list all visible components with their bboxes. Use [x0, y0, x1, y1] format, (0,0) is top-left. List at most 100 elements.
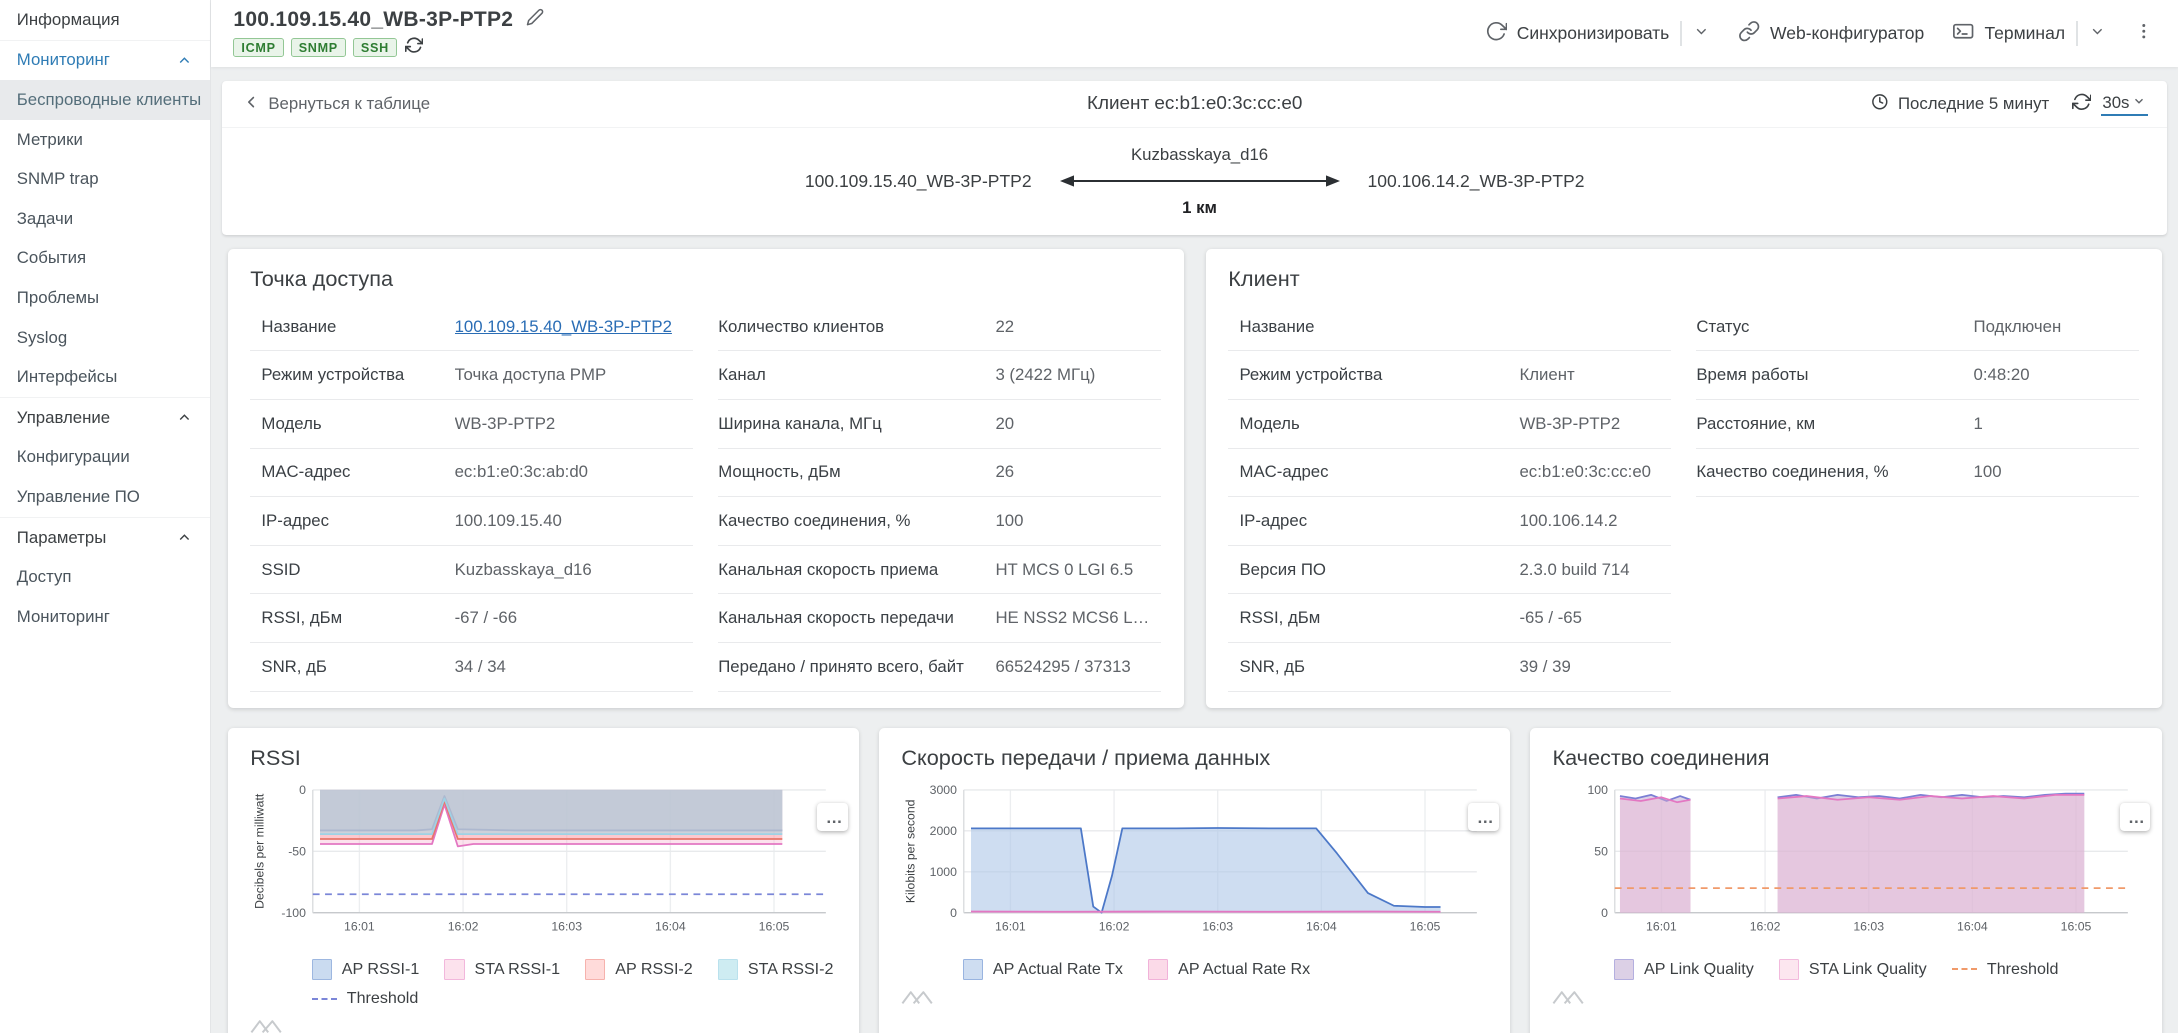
info-cell: Название	[1228, 303, 1671, 352]
section-label: Параметры	[17, 528, 106, 548]
legend-item[interactable]: AP Link Quality	[1614, 959, 1754, 979]
sidebar-section-management[interactable]: Управление	[0, 397, 210, 438]
sidebar-item-information[interactable]: Информация	[0, 0, 210, 40]
svg-text:1000: 1000	[930, 865, 957, 879]
access-point-table: Название100.109.15.40_WB-3P-PTP2Количест…	[250, 303, 1161, 692]
sidebar-section-parameters[interactable]: Параметры	[0, 517, 210, 558]
field-label: Название	[1228, 317, 1519, 337]
info-cell: Название100.109.15.40_WB-3P-PTP2	[250, 303, 693, 352]
link-arrow	[1060, 168, 1340, 194]
terminal-button[interactable]: Терминал	[1952, 20, 2065, 47]
sidebar-item-configurations[interactable]: Конфигурации	[0, 438, 210, 478]
svg-text:16:01: 16:01	[995, 920, 1026, 934]
legend-label: STA Link Quality	[1809, 960, 1927, 979]
info-cell: Режим устройстваКлиент	[1228, 351, 1671, 400]
divider	[1680, 21, 1681, 46]
legend-label: Threshold	[1987, 960, 2059, 979]
access-point-card: Точка доступа Название100.109.15.40_WB-3…	[228, 249, 1184, 709]
quality-chart: 16:0116:0216:0316:0416:05050100	[1552, 779, 2139, 954]
sync-dropdown-button[interactable]	[1693, 23, 1710, 45]
legend-swatch	[312, 998, 337, 1000]
refresh-interval-select[interactable]: 30s	[2101, 93, 2148, 116]
legend-item[interactable]: Threshold	[1952, 959, 2059, 979]
ap-device-name: 100.109.15.40_WB-3P-PTP2	[805, 171, 1032, 192]
chart-options-button[interactable]: …	[2120, 803, 2151, 831]
terminal-dropdown-button[interactable]	[2089, 23, 2106, 45]
sidebar-item-access[interactable]: Доступ	[0, 557, 210, 597]
svg-text:16:05: 16:05	[759, 920, 790, 934]
rate-chart: 16:0116:0216:0316:0416:050100020003000Ki…	[901, 779, 1488, 954]
sidebar-item-snmp-trap[interactable]: SNMP trap	[0, 159, 210, 199]
info-row: RSSI, дБм-65 / -65	[1228, 594, 2139, 643]
field-value: 2.3.0 build 714	[1519, 560, 1629, 580]
info-cell: Расстояние, км1	[1696, 400, 2139, 449]
time-range-button[interactable]: Последние 5 минут	[1870, 92, 2049, 117]
content: Вернуться к таблице Клиент ec:b1:e0:3c:c…	[211, 67, 2178, 1033]
field-label: Режим устройства	[1228, 365, 1519, 385]
section-label: Мониторинг	[17, 50, 110, 70]
legend-item[interactable]: AP Actual Rate Rx	[1148, 959, 1310, 979]
info-cell: SNR, дБ34 / 34	[250, 643, 693, 692]
client-title: Клиент ec:b1:e0:3c:cc:e0	[1087, 93, 1303, 115]
info-cell	[1696, 497, 2139, 545]
topbar: 100.109.15.40_WB-3P-PTP2 ICMPSNMPSSH	[211, 0, 2178, 67]
field-value: WB-3P-PTP2	[1519, 414, 1620, 434]
web-configurator-label: Web-конфигуратор	[1770, 23, 1924, 44]
legend-item[interactable]: STA Link Quality	[1779, 959, 1927, 979]
chart-options-button[interactable]: …	[1468, 803, 1499, 831]
legend-label: STA RSSI-2	[748, 960, 834, 979]
legend-item[interactable]: STA RSSI-1	[444, 959, 560, 979]
back-to-table-button[interactable]: Вернуться к таблице	[242, 93, 430, 116]
refresh-now-button[interactable]	[2072, 92, 2092, 117]
field-value: Точка доступа PMP	[455, 365, 607, 385]
sidebar-item-interfaces[interactable]: Интерфейсы	[0, 357, 210, 397]
more-actions-button[interactable]	[2134, 20, 2154, 47]
sidebar-section-monitoring[interactable]: Мониторинг	[0, 40, 210, 81]
svg-text:0: 0	[950, 906, 957, 920]
sidebar-nav: Информация Мониторинг Беспроводные клиенты…	[0, 0, 210, 637]
info-cell: Ширина канала, МГц20	[718, 400, 1161, 449]
field-value: 20	[995, 414, 1014, 434]
device-link[interactable]: 100.109.15.40_WB-3P-PTP2	[455, 317, 672, 337]
chart-footer	[250, 1014, 837, 1032]
legend-item[interactable]: AP RSSI-1	[312, 959, 420, 979]
legend-label: Threshold	[347, 989, 419, 1008]
sidebar-item-monitoring-settings[interactable]: Мониторинг	[0, 597, 210, 637]
sidebar-item-events[interactable]: События	[0, 239, 210, 279]
sync-button[interactable]: Синхронизировать	[1485, 20, 1670, 47]
info-cell: Передано / принято всего, байт66524295 /…	[718, 643, 1161, 692]
sidebar-item-problems[interactable]: Проблемы	[0, 278, 210, 318]
poll-now-button[interactable]	[405, 36, 423, 59]
svg-text:3000: 3000	[930, 783, 957, 797]
legend-item[interactable]: AP Actual Rate Tx	[963, 959, 1123, 979]
chart-options-button[interactable]: …	[817, 803, 848, 831]
sidebar-item-metrics[interactable]: Метрики	[0, 120, 210, 160]
field-value: Клиент	[1519, 365, 1574, 385]
field-value: 0:48:20	[1974, 365, 2030, 385]
info-row: IP-адрес100.109.15.40Качество соединения…	[250, 497, 1161, 546]
mini-trend-icon	[1552, 985, 1594, 1010]
sidebar-item-wireless-clients[interactable]: Беспроводные клиенты	[0, 80, 210, 120]
sidebar-item-syslog[interactable]: Syslog	[0, 318, 210, 358]
svg-text:16:03: 16:03	[1854, 920, 1885, 934]
terminal-icon	[1952, 20, 1974, 47]
terminal-split-button: Терминал	[1952, 20, 2105, 47]
web-configurator-button[interactable]: Web-конфигуратор	[1738, 20, 1924, 47]
legend-swatch	[1148, 959, 1168, 979]
sidebar: Информация Мониторинг Беспроводные клиенты…	[0, 0, 211, 1033]
legend-item[interactable]: Threshold	[312, 989, 419, 1008]
legend-swatch	[1614, 959, 1634, 979]
legend-item[interactable]: STA RSSI-2	[718, 959, 834, 979]
sidebar-item-tasks[interactable]: Задачи	[0, 199, 210, 239]
field-value: 1	[1974, 414, 1983, 434]
edit-title-button[interactable]	[526, 8, 544, 31]
legend-item[interactable]: AP RSSI-2	[585, 959, 693, 979]
chevron-down-icon	[2089, 23, 2106, 45]
info-cell: МодельWB-3P-PTP2	[250, 400, 693, 449]
svg-text:Decibels per milliwatt: Decibels per milliwatt	[253, 793, 267, 909]
info-cell	[1696, 643, 2139, 691]
info-cell: МодельWB-3P-PTP2	[1228, 400, 1671, 449]
field-value: 100	[1974, 462, 2002, 482]
sidebar-item-firmware-management[interactable]: Управление ПО	[0, 477, 210, 517]
legend-label: AP Link Quality	[1644, 960, 1754, 979]
